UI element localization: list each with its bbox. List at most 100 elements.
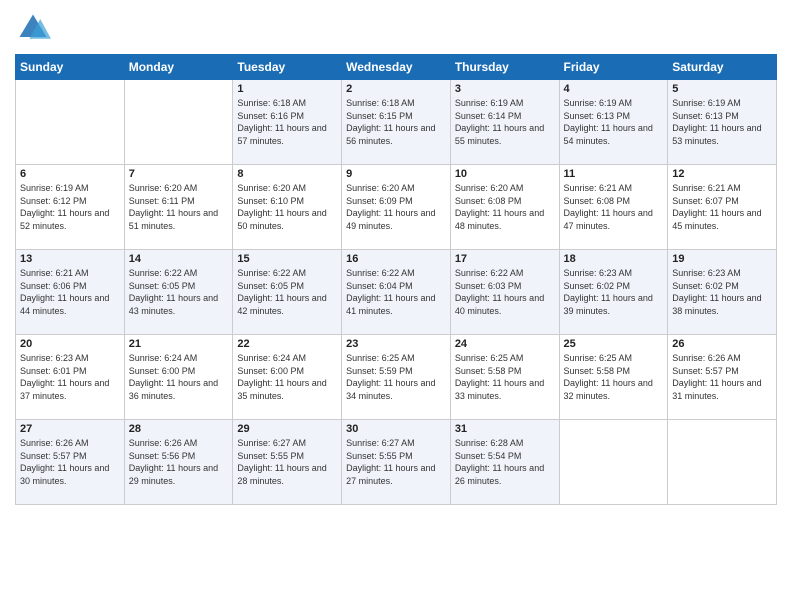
day-number: 10 bbox=[455, 168, 555, 180]
week-row-4: 20 Sunrise: 6:23 AMSunset: 6:01 PMDayligh… bbox=[16, 335, 777, 420]
day-info: Sunrise: 6:20 AMSunset: 6:10 PMDaylight:… bbox=[237, 182, 337, 232]
day-number: 6 bbox=[20, 168, 120, 180]
day-info: Sunrise: 6:19 AMSunset: 6:13 PMDaylight:… bbox=[672, 97, 772, 147]
day-cell: 27 Sunrise: 6:26 AMSunset: 5:57 PMDayligh… bbox=[16, 420, 125, 505]
day-number: 23 bbox=[346, 338, 446, 350]
day-info: Sunrise: 6:22 AMSunset: 6:04 PMDaylight:… bbox=[346, 267, 446, 317]
day-number: 27 bbox=[20, 423, 120, 435]
day-cell: 3 Sunrise: 6:19 AMSunset: 6:14 PMDaylight… bbox=[450, 80, 559, 165]
calendar-table: SundayMondayTuesdayWednesdayThursdayFrid… bbox=[15, 54, 777, 505]
day-info: Sunrise: 6:22 AMSunset: 6:05 PMDaylight:… bbox=[129, 267, 229, 317]
day-info: Sunrise: 6:25 AMSunset: 5:58 PMDaylight:… bbox=[455, 352, 555, 402]
day-number: 11 bbox=[564, 168, 664, 180]
day-number: 16 bbox=[346, 253, 446, 265]
header-cell-friday: Friday bbox=[559, 55, 668, 80]
day-cell: 25 Sunrise: 6:25 AMSunset: 5:58 PMDayligh… bbox=[559, 335, 668, 420]
day-number: 19 bbox=[672, 253, 772, 265]
day-number: 14 bbox=[129, 253, 229, 265]
day-cell: 28 Sunrise: 6:26 AMSunset: 5:56 PMDayligh… bbox=[124, 420, 233, 505]
day-info: Sunrise: 6:19 AMSunset: 6:12 PMDaylight:… bbox=[20, 182, 120, 232]
day-number: 29 bbox=[237, 423, 337, 435]
day-cell: 18 Sunrise: 6:23 AMSunset: 6:02 PMDayligh… bbox=[559, 250, 668, 335]
day-number: 13 bbox=[20, 253, 120, 265]
day-info: Sunrise: 6:19 AMSunset: 6:14 PMDaylight:… bbox=[455, 97, 555, 147]
day-info: Sunrise: 6:23 AMSunset: 6:02 PMDaylight:… bbox=[672, 267, 772, 317]
day-info: Sunrise: 6:27 AMSunset: 5:55 PMDaylight:… bbox=[346, 437, 446, 487]
day-info: Sunrise: 6:20 AMSunset: 6:08 PMDaylight:… bbox=[455, 182, 555, 232]
day-cell: 17Sunrise: 6:22 AMSunset: 6:03 PMDayligh… bbox=[450, 250, 559, 335]
day-info: Sunrise: 6:21 AMSunset: 6:07 PMDaylight:… bbox=[672, 182, 772, 232]
day-info: Sunrise: 6:26 AMSunset: 5:57 PMDaylight:… bbox=[20, 437, 120, 487]
day-info: Sunrise: 6:18 AMSunset: 6:15 PMDaylight:… bbox=[346, 97, 446, 147]
day-info: Sunrise: 6:27 AMSunset: 5:55 PMDaylight:… bbox=[237, 437, 337, 487]
day-number: 20 bbox=[20, 338, 120, 350]
day-number: 5 bbox=[672, 83, 772, 95]
day-info: Sunrise: 6:28 AMSunset: 5:54 PMDaylight:… bbox=[455, 437, 555, 487]
day-info: Sunrise: 6:20 AMSunset: 6:09 PMDaylight:… bbox=[346, 182, 446, 232]
week-row-1: 1 Sunrise: 6:18 AMSunset: 6:16 PMDaylight… bbox=[16, 80, 777, 165]
header-cell-sunday: Sunday bbox=[16, 55, 125, 80]
day-number: 3 bbox=[455, 83, 555, 95]
header-cell-tuesday: Tuesday bbox=[233, 55, 342, 80]
day-cell: 31Sunrise: 6:28 AMSunset: 5:54 PMDayligh… bbox=[450, 420, 559, 505]
day-cell: 7Sunrise: 6:20 AMSunset: 6:11 PMDaylight… bbox=[124, 165, 233, 250]
week-row-3: 13Sunrise: 6:21 AMSunset: 6:06 PMDayligh… bbox=[16, 250, 777, 335]
day-number: 24 bbox=[455, 338, 555, 350]
day-cell: 11 Sunrise: 6:21 AMSunset: 6:08 PMDayligh… bbox=[559, 165, 668, 250]
day-cell: 14 Sunrise: 6:22 AMSunset: 6:05 PMDayligh… bbox=[124, 250, 233, 335]
day-cell: 21 Sunrise: 6:24 AMSunset: 6:00 PMDayligh… bbox=[124, 335, 233, 420]
day-cell: 6 Sunrise: 6:19 AMSunset: 6:12 PMDaylight… bbox=[16, 165, 125, 250]
day-cell bbox=[16, 80, 125, 165]
day-cell: 22Sunrise: 6:24 AMSunset: 6:00 PMDayligh… bbox=[233, 335, 342, 420]
day-number: 4 bbox=[564, 83, 664, 95]
week-row-2: 6 Sunrise: 6:19 AMSunset: 6:12 PMDaylight… bbox=[16, 165, 777, 250]
day-cell: 8 Sunrise: 6:20 AMSunset: 6:10 PMDaylight… bbox=[233, 165, 342, 250]
day-number: 17 bbox=[455, 253, 555, 265]
week-row-5: 27 Sunrise: 6:26 AMSunset: 5:57 PMDayligh… bbox=[16, 420, 777, 505]
day-number: 28 bbox=[129, 423, 229, 435]
day-number: 22 bbox=[237, 338, 337, 350]
day-number: 8 bbox=[237, 168, 337, 180]
day-number: 12 bbox=[672, 168, 772, 180]
day-cell: 13Sunrise: 6:21 AMSunset: 6:06 PMDayligh… bbox=[16, 250, 125, 335]
day-cell: 12 Sunrise: 6:21 AMSunset: 6:07 PMDayligh… bbox=[668, 165, 777, 250]
day-cell bbox=[668, 420, 777, 505]
day-cell: 23 Sunrise: 6:25 AMSunset: 5:59 PMDayligh… bbox=[342, 335, 451, 420]
day-info: Sunrise: 6:22 AMSunset: 6:05 PMDaylight:… bbox=[237, 267, 337, 317]
logo bbox=[15, 10, 57, 46]
header-row: SundayMondayTuesdayWednesdayThursdayFrid… bbox=[16, 55, 777, 80]
day-info: Sunrise: 6:25 AMSunset: 5:59 PMDaylight:… bbox=[346, 352, 446, 402]
day-number: 21 bbox=[129, 338, 229, 350]
header-cell-saturday: Saturday bbox=[668, 55, 777, 80]
day-number: 15 bbox=[237, 253, 337, 265]
day-cell: 26Sunrise: 6:26 AMSunset: 5:57 PMDayligh… bbox=[668, 335, 777, 420]
day-info: Sunrise: 6:20 AMSunset: 6:11 PMDaylight:… bbox=[129, 182, 229, 232]
day-info: Sunrise: 6:21 AMSunset: 6:08 PMDaylight:… bbox=[564, 182, 664, 232]
header-cell-wednesday: Wednesday bbox=[342, 55, 451, 80]
day-info: Sunrise: 6:24 AMSunset: 6:00 PMDaylight:… bbox=[129, 352, 229, 402]
day-number: 1 bbox=[237, 83, 337, 95]
day-cell: 5 Sunrise: 6:19 AMSunset: 6:13 PMDaylight… bbox=[668, 80, 777, 165]
calendar-page: SundayMondayTuesdayWednesdayThursdayFrid… bbox=[0, 0, 792, 612]
day-number: 26 bbox=[672, 338, 772, 350]
header-cell-thursday: Thursday bbox=[450, 55, 559, 80]
day-number: 9 bbox=[346, 168, 446, 180]
day-cell bbox=[559, 420, 668, 505]
day-cell: 1 Sunrise: 6:18 AMSunset: 6:16 PMDaylight… bbox=[233, 80, 342, 165]
day-info: Sunrise: 6:18 AMSunset: 6:16 PMDaylight:… bbox=[237, 97, 337, 147]
day-cell: 2Sunrise: 6:18 AMSunset: 6:15 PMDaylight… bbox=[342, 80, 451, 165]
day-number: 18 bbox=[564, 253, 664, 265]
day-info: Sunrise: 6:25 AMSunset: 5:58 PMDaylight:… bbox=[564, 352, 664, 402]
day-info: Sunrise: 6:23 AMSunset: 6:02 PMDaylight:… bbox=[564, 267, 664, 317]
day-info: Sunrise: 6:26 AMSunset: 5:56 PMDaylight:… bbox=[129, 437, 229, 487]
day-cell: 15 Sunrise: 6:22 AMSunset: 6:05 PMDayligh… bbox=[233, 250, 342, 335]
day-cell: 10 Sunrise: 6:20 AMSunset: 6:08 PMDayligh… bbox=[450, 165, 559, 250]
day-cell bbox=[124, 80, 233, 165]
day-cell: 9 Sunrise: 6:20 AMSunset: 6:09 PMDaylight… bbox=[342, 165, 451, 250]
day-cell: 24 Sunrise: 6:25 AMSunset: 5:58 PMDayligh… bbox=[450, 335, 559, 420]
day-cell: 20 Sunrise: 6:23 AMSunset: 6:01 PMDayligh… bbox=[16, 335, 125, 420]
day-info: Sunrise: 6:23 AMSunset: 6:01 PMDaylight:… bbox=[20, 352, 120, 402]
day-number: 25 bbox=[564, 338, 664, 350]
day-cell: 29 Sunrise: 6:27 AMSunset: 5:55 PMDayligh… bbox=[233, 420, 342, 505]
day-cell: 16 Sunrise: 6:22 AMSunset: 6:04 PMDayligh… bbox=[342, 250, 451, 335]
